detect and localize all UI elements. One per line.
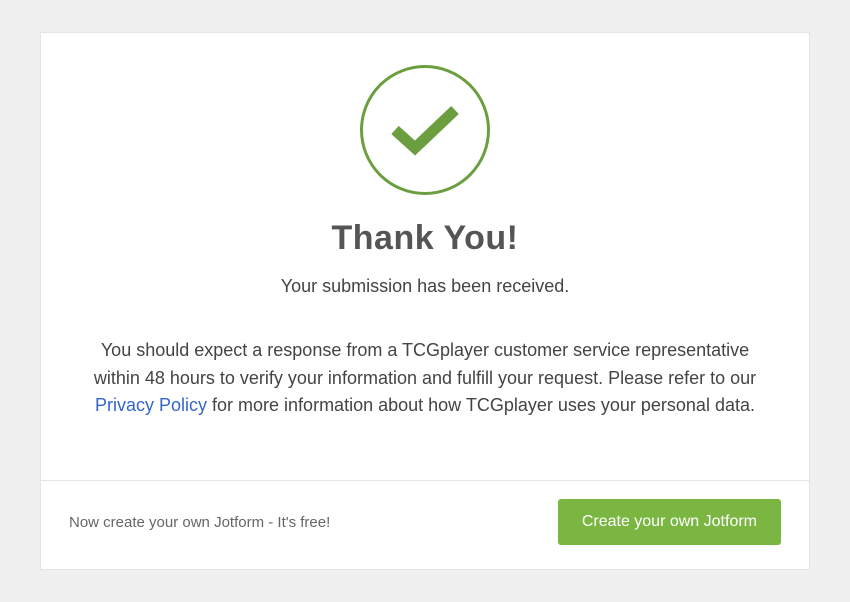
confirmation-card: Thank You! Your submission has been rece… [40, 32, 810, 571]
main-content: Thank You! Your submission has been rece… [41, 33, 809, 481]
submission-received-text: Your submission has been received. [81, 276, 769, 297]
success-circle [360, 65, 490, 195]
privacy-policy-link[interactable]: Privacy Policy [95, 395, 207, 415]
body-text-before-link: You should expect a response from a TCGp… [94, 340, 756, 388]
body-text-after-link: for more information about how TCGplayer… [207, 395, 755, 415]
response-info-text: You should expect a response from a TCGp… [81, 337, 769, 421]
success-icon-wrap [81, 65, 769, 195]
footer-bar: Now create your own Jotform - It's free!… [41, 480, 809, 569]
footer-prompt-text: Now create your own Jotform - It's free! [69, 514, 330, 531]
checkmark-icon [389, 102, 461, 158]
thank-you-heading: Thank You! [81, 219, 769, 258]
create-jotform-button[interactable]: Create your own Jotform [558, 499, 781, 545]
